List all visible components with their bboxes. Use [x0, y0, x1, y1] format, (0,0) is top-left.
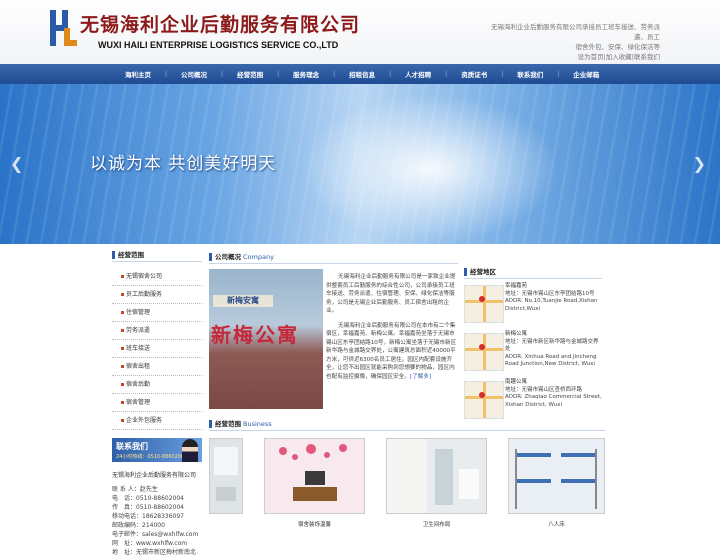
- map-thumbnail: [464, 285, 504, 323]
- menu-item[interactable]: 宿舍出租: [112, 358, 202, 376]
- menu-item[interactable]: 无锡宿舍公司: [112, 268, 202, 286]
- location-item[interactable]: 新梅公寓 地址：无锡市新区新华路与金城路交界处 ADDR: Xinhua Roa…: [464, 331, 602, 375]
- bathroom-layout-photo: [386, 438, 487, 514]
- nav-service[interactable]: 服务理念: [293, 69, 319, 79]
- gallery-item[interactable]: 八人床: [508, 438, 605, 528]
- bathroom-photo: [209, 438, 243, 514]
- location-item[interactable]: 幸福嘉苑 地址：无锡市锡山区东亭团结路10号 ADDR: No.10,Tuanj…: [464, 283, 602, 327]
- chevron-left-icon[interactable]: ❮: [10, 154, 23, 173]
- nav-home[interactable]: 海利主页: [125, 69, 151, 79]
- contact-info: 联 系 人：赵先生 电 话：0510-88602004 传 真：0510-886…: [112, 486, 199, 556]
- business-gallery: 宿舍装饰温馨 卫生间布局 八人床: [209, 438, 605, 528]
- nav-about[interactable]: 公司概况: [181, 69, 207, 79]
- more-link[interactable]: [了解多]: [410, 374, 431, 380]
- gallery-item[interactable]: [209, 438, 243, 520]
- menu-item[interactable]: 劳务派遣: [112, 322, 202, 340]
- menu-item[interactable]: 企业外包服务: [112, 412, 202, 430]
- logo-chinese-name: 无锡海利企业后勤服务有限公司: [80, 14, 361, 36]
- scope-menu: 无锡宿舍公司 员工后勤服务 住宿管理 劳务派遣 班车接送 宿舍出租 宿舍后勤 宿…: [112, 268, 202, 430]
- menu-item[interactable]: 宿舍后勤: [112, 376, 202, 394]
- header-tagline: 无锡海利企业后勤服务有限公司承接员工班车接送、劳务派遣、员工 宿舍外包、安保、绿…: [480, 22, 660, 62]
- nav-certs[interactable]: 资质证书: [461, 69, 487, 79]
- company-photo: 新梅安寓 新梅公寓: [209, 269, 323, 409]
- photo-sign-top: 新梅安寓: [213, 295, 273, 307]
- tagline-line-1: 无锡海利企业后勤服务有限公司承接员工班车接送、劳务派遣、员工: [491, 23, 660, 41]
- nav-rent[interactable]: 招租信息: [349, 69, 375, 79]
- gallery-item[interactable]: 宿舍装饰温馨: [264, 438, 365, 528]
- nav-contact[interactable]: 联系我们: [517, 69, 543, 79]
- location-item[interactable]: 南趣公寓 地址：无锡市锡山区查桥西环路 ADDR: Zhaqiao Commer…: [464, 379, 602, 423]
- map-thumbnail: [464, 333, 504, 371]
- banner-slogan: 以诚为本 共创美好明天: [90, 154, 277, 174]
- header-links[interactable]: 设为首页|加入收藏|联系我们: [480, 52, 660, 62]
- map-pin-icon: [479, 344, 485, 350]
- dorm-decor-photo: [264, 438, 365, 514]
- company-name: 无锡海利企业后勤服务有限公司: [112, 472, 197, 479]
- chevron-right-icon[interactable]: ❯: [693, 154, 706, 173]
- contact-banner[interactable]: 联系我们 24小时热线：0510-88602004: [112, 438, 202, 462]
- menu-item[interactable]: 员工后勤服务: [112, 286, 202, 304]
- banner: 以诚为本 共创美好明天 ❮ ❯: [0, 84, 720, 244]
- locations-title: 经营地区: [464, 266, 602, 279]
- photo-sign-main: 新梅公寓: [211, 323, 299, 347]
- menu-item[interactable]: 班车接送: [112, 340, 202, 358]
- middle-column: 公司概况 Company 新梅安寓 新梅公寓 无锡海利企业后勤服务有限公司是一家致…: [209, 251, 605, 528]
- company-intro: 无锡海利企业后勤服务有限公司是一家致企业提供整套员工后勤服务的综合性公司，公司承…: [326, 274, 457, 380]
- menu-item[interactable]: 宿舍管理: [112, 394, 202, 412]
- gallery-item[interactable]: 卫生间布局: [386, 438, 487, 528]
- header: 无锡海利企业后勤服务有限公司 WUXI HAILI ENTERPRISE LOG…: [0, 0, 720, 64]
- map-pin-icon: [479, 392, 485, 398]
- overview-title: 公司概况 Company: [209, 251, 458, 264]
- logo-english-name: WUXI HAILI ENTERPRISE LOGISTICS SERVICE …: [98, 40, 339, 50]
- nav-jobs[interactable]: 人才招聘: [405, 69, 431, 79]
- map-thumbnail: [464, 381, 504, 419]
- main-nav: 海利主页 | 公司概况 | 经营范围 | 服务理念 | 招租信息 | 人才招聘 | 资质证书…: [0, 64, 720, 84]
- logo-icon: [50, 10, 77, 46]
- menu-item[interactable]: 住宿管理: [112, 304, 202, 322]
- nav-scope[interactable]: 经营范围: [237, 69, 263, 79]
- service-person-image: [182, 439, 198, 462]
- bunk-bed-photo: [508, 438, 605, 514]
- left-column: 经营范围 无锡宿舍公司 员工后勤服务 住宿管理 劳务派遣 班车接送 宿舍出租 宿…: [112, 249, 202, 557]
- scope-title: 经营范围: [112, 249, 202, 262]
- tagline-line-2: 宿舍外包、安保、绿化保洁等: [575, 43, 661, 51]
- map-pin-icon: [479, 296, 485, 302]
- locations-column: 经营地区 幸福嘉苑 地址：无锡市锡山区东亭团结路10号 ADDR: No.10,…: [464, 266, 602, 423]
- nav-mail[interactable]: 企业邮箱: [573, 69, 599, 79]
